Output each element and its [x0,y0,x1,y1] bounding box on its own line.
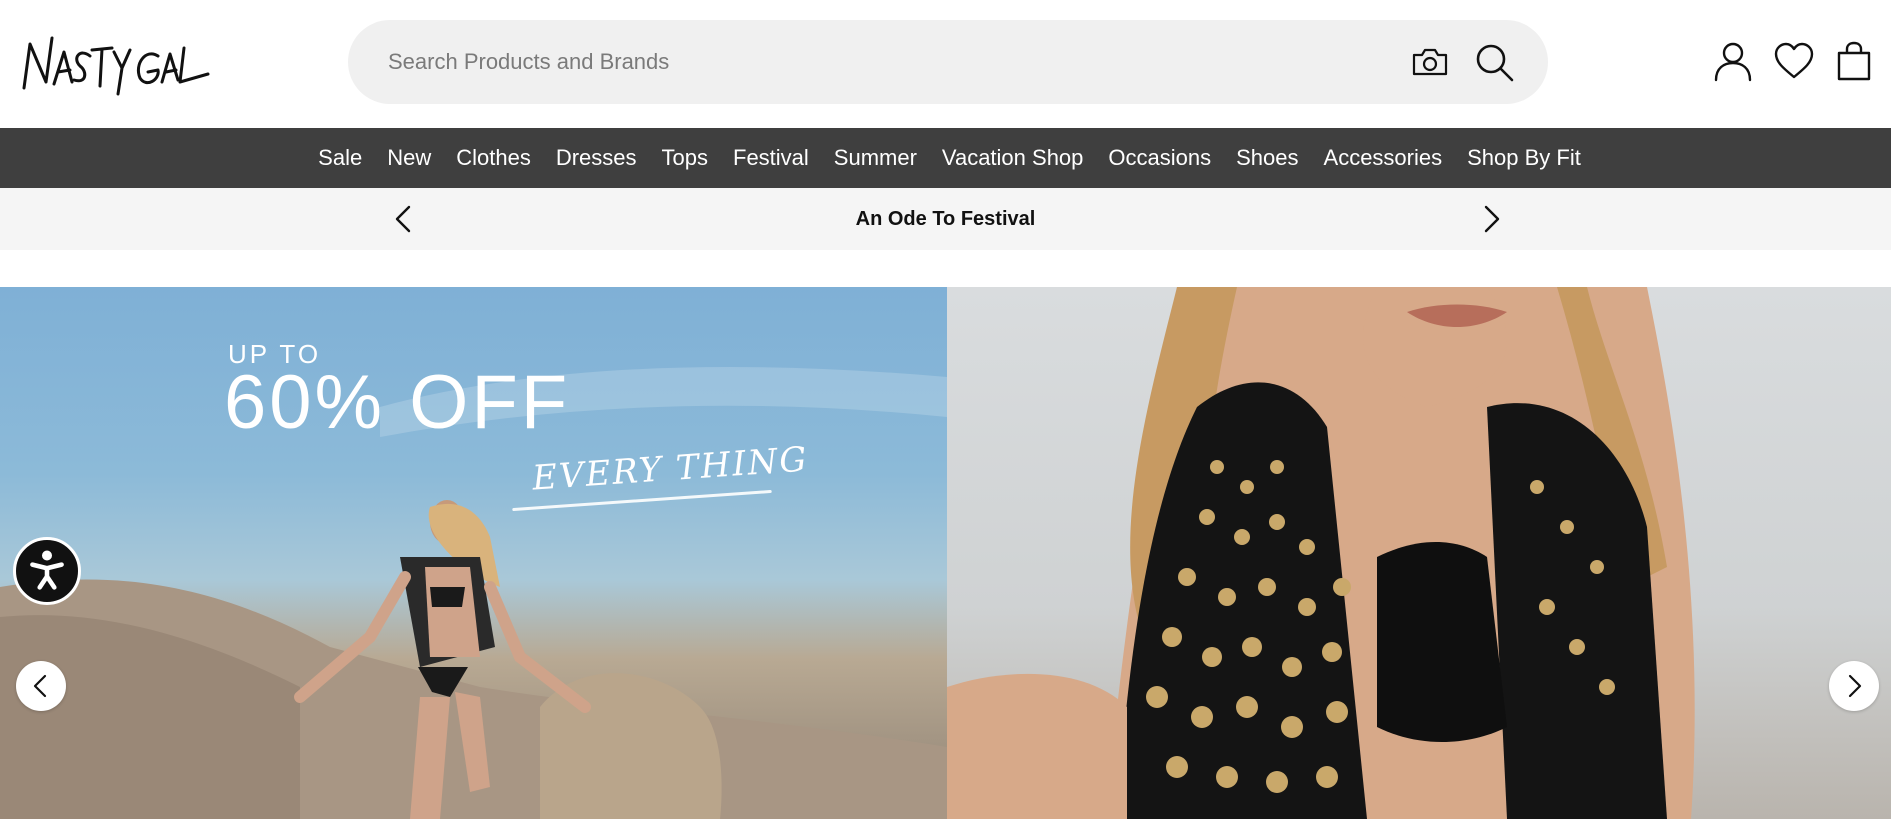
shopping-bag-icon[interactable] [1833,40,1875,82]
nav-item-new[interactable]: New [387,145,431,171]
logo-script-mark [22,36,210,96]
nasty-gal-logo[interactable] [20,28,210,98]
site-header [0,0,1891,128]
nav-item-accessories[interactable]: Accessories [1324,145,1443,171]
search-input[interactable] [388,42,1288,82]
nav-item-dresses[interactable]: Dresses [556,145,637,171]
hero-image-studded-vest[interactable] [947,287,1891,819]
account-icon[interactable] [1712,40,1754,82]
accessibility-icon[interactable] [13,537,81,605]
promo-banner: An Ode To Festival [0,188,1891,250]
nav-item-vacation-shop[interactable]: Vacation Shop [942,145,1083,171]
carousel-prev-button[interactable] [16,661,66,711]
nav-item-shop-by-fit[interactable]: Shop By Fit [1467,145,1581,171]
nav-item-summer[interactable]: Summer [834,145,917,171]
camera-icon[interactable] [1410,42,1450,82]
carousel-next-button[interactable] [1829,661,1879,711]
hero-carousel[interactable]: UP TO 60% OFF EVERY THING [0,287,1891,819]
nav-item-shoes[interactable]: Shoes [1236,145,1298,171]
wishlist-heart-icon[interactable] [1773,40,1815,82]
main-navigation: Sale New Clothes Dresses Tops Festival S… [0,128,1891,188]
nav-item-occasions[interactable]: Occasions [1108,145,1211,171]
nav-item-tops[interactable]: Tops [662,145,708,171]
nav-item-sale[interactable]: Sale [318,145,362,171]
nav-item-clothes[interactable]: Clothes [456,145,531,171]
promo-banner-text[interactable]: An Ode To Festival [0,208,1891,231]
studded-vest-illustration [947,287,1695,819]
offer-headline: 60% OFF [224,360,571,445]
nav-item-festival[interactable]: Festival [733,145,809,171]
search-icon[interactable] [1472,40,1516,84]
promo-next-arrow-icon[interactable] [1473,201,1509,237]
search-bar [348,20,1548,104]
hero-image-desert-model[interactable]: UP TO 60% OFF EVERY THING [0,287,947,819]
